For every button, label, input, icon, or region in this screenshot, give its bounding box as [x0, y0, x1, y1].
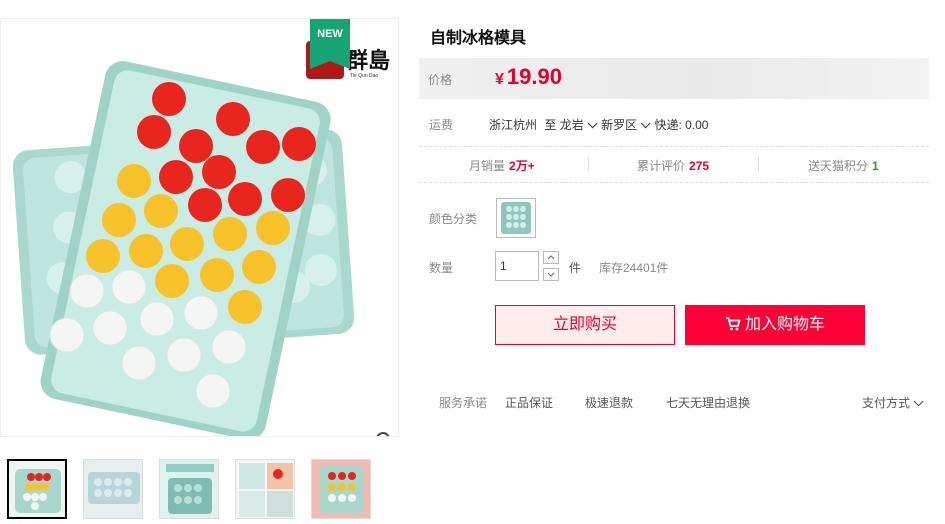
- tmall-points: 送天猫积分 1: [808, 157, 879, 174]
- district-value: 新罗区: [601, 118, 638, 132]
- total-reviews[interactable]: 累计评价 275: [637, 157, 709, 174]
- price-label: 价格: [428, 73, 453, 87]
- city-value: 龙岩: [559, 118, 584, 132]
- quantity-label: 数量: [429, 261, 454, 275]
- stat-separator: [758, 157, 759, 171]
- monthly-sales-value: 2万+: [509, 159, 535, 173]
- thumbnail-5[interactable]: [311, 459, 371, 519]
- shipping-info: 浙江杭州 至 龙岩 新罗区 快递: 0.00: [489, 116, 708, 133]
- monthly-sales: 月销量 2万+: [469, 157, 535, 174]
- express-fee: 快递: 0.00: [654, 118, 709, 132]
- points-label: 送天猫积分: [808, 159, 869, 173]
- magnifier-icon[interactable]: [375, 431, 395, 437]
- chevron-down-icon: [640, 118, 651, 129]
- reviews-label: 累计评价: [637, 159, 686, 173]
- new-badge: NEW: [310, 19, 350, 69]
- chevron-down-icon: [587, 118, 598, 129]
- currency-symbol: ¥: [495, 71, 504, 88]
- points-value: 1: [872, 159, 879, 173]
- add-to-cart-label: 加入购物车: [744, 316, 825, 333]
- quantity-increase-button[interactable]: [543, 251, 559, 264]
- city-select[interactable]: 龙岩: [560, 116, 598, 133]
- payment-label: 支付方式: [862, 396, 911, 410]
- cart-icon: [725, 317, 741, 331]
- service-genuine[interactable]: 正品保证: [505, 394, 553, 411]
- service-label: 服务承诺: [439, 396, 488, 410]
- reviews-value: 275: [689, 159, 710, 173]
- swatch-image: [501, 202, 531, 234]
- thumbnail-image: [84, 460, 142, 518]
- thumbnail-image: [160, 460, 218, 518]
- quantity-decrease-button[interactable]: [543, 268, 559, 281]
- thumbnail-2[interactable]: [83, 459, 143, 519]
- payment-methods-dropdown[interactable]: 支付方式: [862, 394, 924, 411]
- main-product-image[interactable]: 群島 Tie Qun Dao NEW: [0, 18, 399, 437]
- price-amount: 19.90: [506, 64, 562, 89]
- thumbnail-3[interactable]: [159, 459, 219, 519]
- brand-subtext: Tie Qun Dao: [350, 73, 379, 79]
- buy-now-button[interactable]: 立即购买: [495, 305, 675, 345]
- shipping-to-word: 至: [544, 118, 557, 132]
- thumbnail-image: [312, 460, 370, 518]
- color-swatch[interactable]: [496, 198, 536, 238]
- sales-stats: 月销量 2万+ 累计评价 275 送天猫积分 1: [419, 147, 929, 183]
- quantity-input[interactable]: [495, 251, 539, 281]
- price-panel: 价格 ¥19.90: [419, 58, 929, 99]
- shipping-label: 运费: [429, 118, 454, 132]
- quantity-unit: 件: [569, 261, 582, 275]
- thumbnail-4[interactable]: [235, 459, 295, 519]
- chevron-down-icon: [547, 272, 555, 277]
- color-label: 颜色分类: [429, 212, 478, 226]
- stock-count: 库存24401件: [599, 261, 669, 275]
- product-title: 自制冰格模具: [430, 30, 527, 47]
- chevron-down-icon: [913, 396, 924, 407]
- thumbnail-image: [15, 469, 61, 513]
- divider: [419, 182, 929, 183]
- brand-text: 群島: [346, 48, 391, 74]
- add-to-cart-button[interactable]: 加入购物车: [685, 305, 865, 345]
- district-select[interactable]: 新罗区: [601, 116, 651, 133]
- chevron-up-icon: [547, 255, 555, 260]
- monthly-sales-label: 月销量: [469, 159, 506, 173]
- service-fast-refund[interactable]: 极速退款: [585, 394, 633, 411]
- service-seven-day-return[interactable]: 七天无理由退换: [666, 394, 750, 411]
- price-value: ¥19.90: [495, 64, 562, 90]
- thumbnail-1[interactable]: [7, 459, 67, 519]
- shipping-from: 浙江杭州: [489, 118, 538, 132]
- thumbnail-image: [236, 460, 294, 518]
- stat-separator: [588, 157, 589, 171]
